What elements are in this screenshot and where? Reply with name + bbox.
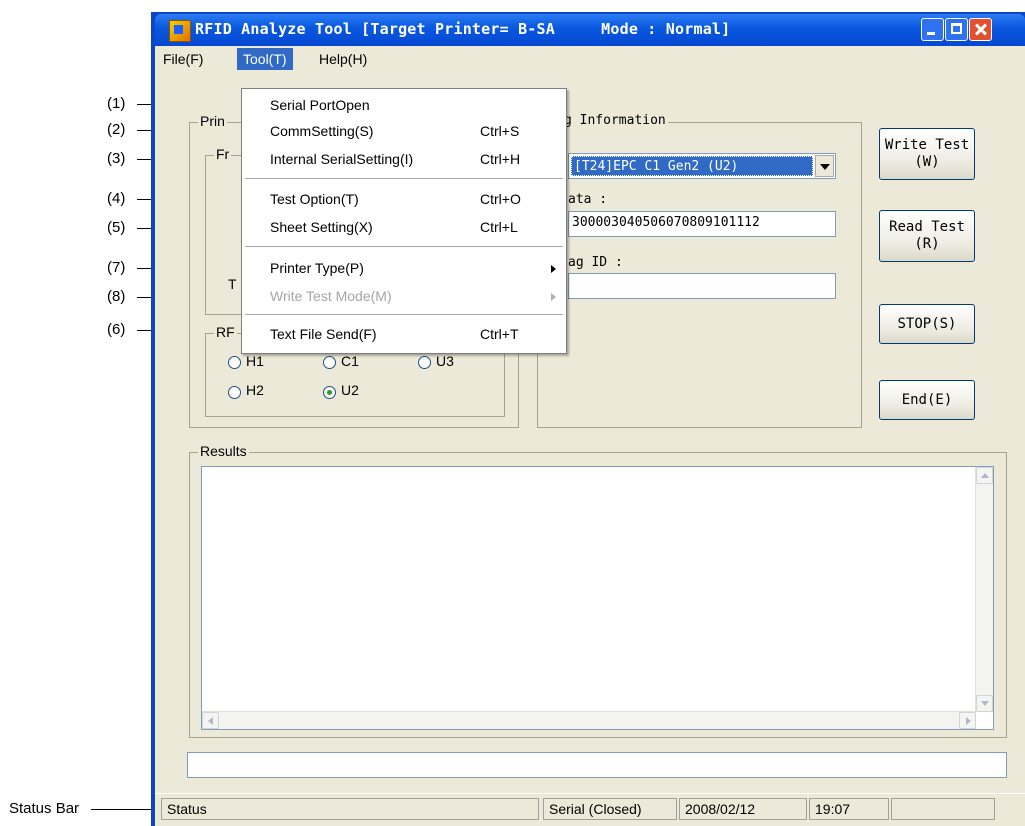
- maximize-icon[interactable]: [945, 18, 968, 41]
- radio-c1[interactable]: [323, 356, 336, 369]
- menu-item-test-option[interactable]: Test Option(T) Ctrl+O: [242, 187, 566, 211]
- menu-item-serial-port-open[interactable]: Serial PortOpen: [242, 93, 566, 117]
- tag-type-select[interactable]: [T24]EPC C1 Gen2 (U2): [568, 153, 836, 179]
- tool-menu-dropdown: Serial PortOpen CommSetting(S) Ctrl+S In…: [241, 88, 567, 354]
- annotation-2: (2): [107, 121, 126, 138]
- results-textarea[interactable]: [201, 466, 994, 730]
- vertical-scrollbar[interactable]: [975, 467, 993, 712]
- radio-h1[interactable]: [228, 356, 241, 369]
- menu-separator: [245, 178, 563, 180]
- title-bar[interactable]: RFID Analyze Tool [Target Printer= B-SA …: [155, 14, 1025, 46]
- annotation-1: (1): [107, 95, 126, 112]
- menu-item-comm-setting[interactable]: CommSetting(S) Ctrl+S: [242, 119, 566, 143]
- radio-h2-label: H2: [246, 382, 264, 398]
- annotation-7: (7): [107, 259, 126, 276]
- submenu-arrow-icon: [551, 265, 556, 273]
- menu-tool[interactable]: Tool(T): [237, 48, 293, 70]
- radio-h1-label: H1: [246, 353, 264, 369]
- results-group: Results: [189, 443, 1007, 738]
- read-test-button[interactable]: Read Test (R): [879, 210, 975, 262]
- end-button[interactable]: End(E): [879, 380, 975, 420]
- window-title: RFID Analyze Tool [Target Printer= B-SA …: [195, 20, 731, 38]
- scroll-up-icon[interactable]: [976, 467, 993, 484]
- radio-u2[interactable]: [323, 386, 336, 399]
- status-extra: [891, 798, 995, 820]
- status-text: Status: [161, 798, 539, 820]
- menu-file[interactable]: File(F): [157, 48, 209, 70]
- status-port: Serial (Closed): [543, 798, 677, 820]
- read-test-label: Read Test: [889, 219, 965, 235]
- tag-information-label: g Information: [562, 113, 668, 128]
- horizontal-scrollbar[interactable]: [202, 711, 976, 729]
- radio-u3-label: U3: [436, 353, 454, 369]
- app-icon: [169, 20, 191, 42]
- radio-h2[interactable]: [228, 386, 241, 399]
- status-date: 2008/02/12: [679, 798, 807, 820]
- write-test-key: (W): [914, 154, 940, 170]
- menu-item-printer-type[interactable]: Printer Type(P): [242, 256, 566, 280]
- data-label: ata :: [568, 192, 608, 207]
- write-test-label: Write Test: [884, 137, 970, 153]
- tag-id-input[interactable]: [568, 273, 836, 299]
- minimize-icon[interactable]: [921, 18, 944, 41]
- annotation-4: (4): [107, 190, 126, 207]
- menu-separator: [245, 246, 563, 248]
- read-test-key: (R): [914, 236, 940, 252]
- write-test-button[interactable]: Write Test (W): [879, 128, 975, 180]
- menu-bar: File(F) Tool(T) Help(H): [155, 46, 1025, 72]
- frame-group-label: Fr: [214, 146, 232, 162]
- submenu-arrow-icon: [551, 293, 556, 301]
- menu-separator: [245, 314, 563, 316]
- annotation-status-bar: Status Bar: [9, 800, 80, 817]
- tag-information-group: g Information [T24]EPC C1 Gen2 (U2) ata …: [537, 113, 862, 428]
- tag-type-value: [T24]EPC C1 Gen2 (U2): [571, 156, 813, 176]
- menu-item-write-test-mode[interactable]: Write Test Mode(M): [242, 284, 566, 308]
- status-bar: Status Serial (Closed) 2008/02/12 19:07: [155, 793, 1025, 826]
- stop-button[interactable]: STOP(S): [879, 304, 975, 344]
- menu-item-sheet-setting[interactable]: Sheet Setting(X) Ctrl+L: [242, 215, 566, 239]
- chevron-down-icon[interactable]: [815, 155, 834, 177]
- status-time: 19:07: [809, 798, 889, 820]
- radio-u3[interactable]: [418, 356, 431, 369]
- results-label: Results: [198, 443, 249, 459]
- menu-item-text-file-send[interactable]: Text File Send(F) Ctrl+T: [242, 322, 566, 346]
- annotation-6: (6): [107, 321, 126, 338]
- close-icon[interactable]: [969, 18, 992, 41]
- scroll-right-icon[interactable]: [959, 712, 976, 729]
- radio-u2-label: U2: [341, 382, 359, 398]
- printer-group-label: Prin: [198, 113, 227, 129]
- menu-item-internal-serial-setting[interactable]: Internal SerialSetting(I) Ctrl+H: [242, 147, 566, 171]
- data-input[interactable]: 30000304050607080910111​2: [568, 211, 836, 237]
- partial-label: T: [228, 276, 237, 292]
- radio-c1-label: C1: [341, 353, 359, 369]
- menu-help[interactable]: Help(H): [313, 48, 373, 70]
- annotation-8: (8): [107, 288, 126, 305]
- tag-id-label: ag ID :: [568, 255, 623, 270]
- annotation-5: (5): [107, 219, 126, 236]
- scroll-left-icon[interactable]: [202, 712, 219, 729]
- annotation-3: (3): [107, 150, 126, 167]
- scroll-down-icon[interactable]: [976, 695, 993, 712]
- rf-group-label: RF: [214, 324, 237, 340]
- message-field[interactable]: [187, 752, 1007, 778]
